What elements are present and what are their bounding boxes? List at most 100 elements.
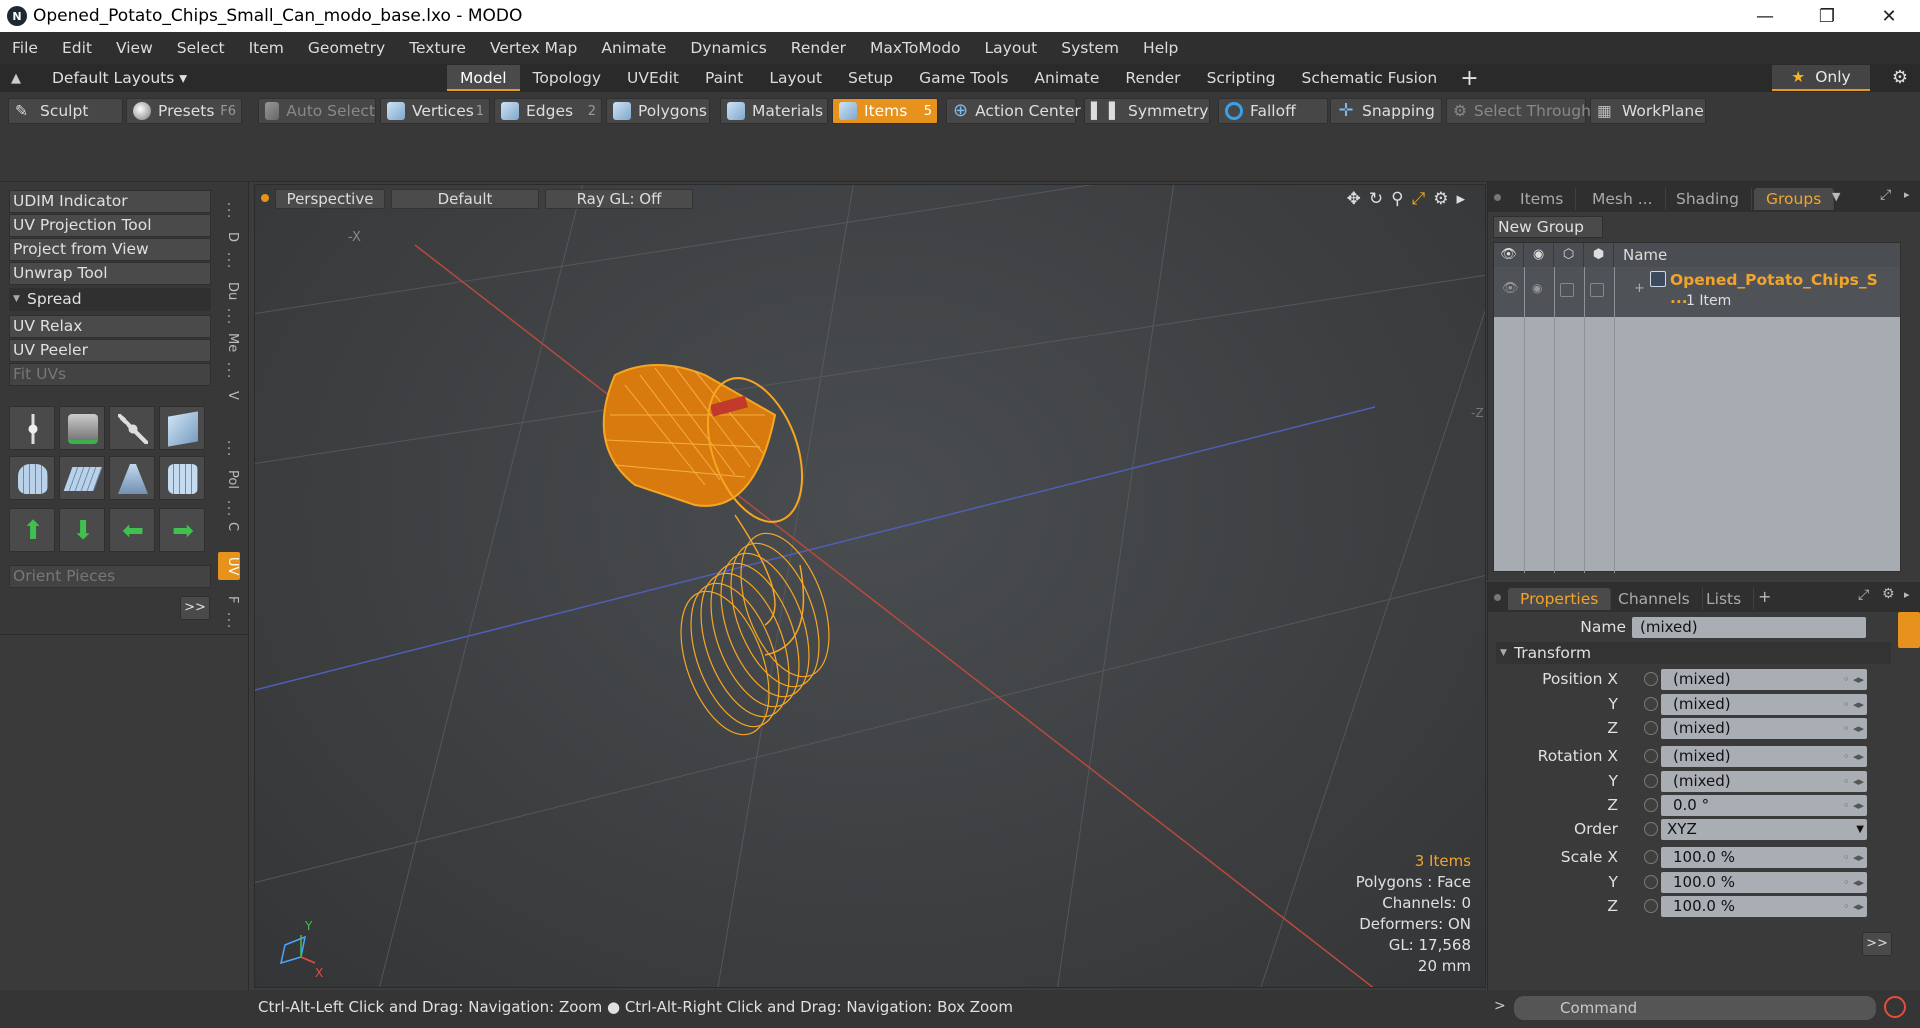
uv-transform-button[interactable] <box>9 406 55 450</box>
polygons-button[interactable]: Polygons <box>606 98 710 124</box>
tab-model[interactable]: Model <box>447 65 520 91</box>
menu-edit[interactable]: Edit <box>50 39 104 57</box>
vtab-me[interactable]: Me <box>218 330 240 356</box>
panel-menu-dot-icon[interactable] <box>1494 194 1501 201</box>
fit-uvs-button[interactable]: Fit UVs <box>9 363 211 386</box>
command-input[interactable]: Command <box>1514 996 1876 1020</box>
uv-peeler-button[interactable]: UV Peeler <box>9 339 211 362</box>
row-render-icon[interactable]: ◉ <box>1532 281 1542 295</box>
tab-mesh[interactable]: Mesh ... <box>1580 188 1666 210</box>
row-lock-checkbox[interactable] <box>1560 283 1574 297</box>
auto-select-button[interactable]: Auto Select <box>258 98 376 124</box>
scale-z-field[interactable]: 100.0 % ◦ ◂▸ <box>1661 896 1867 917</box>
presets-button[interactable]: Presets F6 <box>126 98 242 124</box>
tab-groups[interactable]: Groups <box>1754 188 1835 210</box>
tab-game-tools[interactable]: Game Tools <box>906 65 1021 91</box>
position-x-field[interactable]: (mixed) ◦ ◂▸ <box>1661 669 1867 690</box>
record-icon[interactable] <box>1884 996 1906 1018</box>
menu-item[interactable]: Item <box>237 39 296 57</box>
menu-texture[interactable]: Texture <box>397 39 478 57</box>
uv-cylinder-button[interactable] <box>9 456 55 500</box>
symmetry-button[interactable]: ▌▐ Symmetry <box>1084 98 1210 124</box>
rotation-z-field[interactable]: 0.0 ° ◦ ◂▸ <box>1661 795 1867 816</box>
tab-items[interactable]: Items <box>1508 188 1577 210</box>
close-button[interactable]: ✕ <box>1858 0 1920 32</box>
menu-maxtomodo[interactable]: MaxToModo <box>858 39 973 57</box>
viewport-menu-dot-icon[interactable] <box>261 194 269 202</box>
tab-lists[interactable]: Lists <box>1694 588 1755 610</box>
uv-box-button[interactable] <box>159 406 205 450</box>
panel-more-icon[interactable]: ▸ <box>1904 188 1910 201</box>
tab-scripting[interactable]: Scripting <box>1194 65 1289 91</box>
project-from-view-button[interactable]: Project from View <box>9 238 211 261</box>
uv-cone-button[interactable] <box>109 456 155 500</box>
menu-layout[interactable]: Layout <box>973 39 1050 57</box>
order-dropdown[interactable]: XYZ ▼ <box>1661 819 1867 840</box>
raygl-toggle[interactable]: Ray GL: Off <box>545 189 693 209</box>
items-button[interactable]: Items 5 <box>832 98 938 124</box>
menu-system[interactable]: System <box>1049 39 1131 57</box>
animate-dot-icon[interactable] <box>1644 749 1658 763</box>
only-button[interactable]: ★ Only <box>1772 65 1870 91</box>
collapse-arrow-icon[interactable]: ▲ <box>0 71 32 86</box>
vtab-v[interactable]: V <box>218 386 240 404</box>
vtab-du[interactable]: Du <box>218 278 240 304</box>
potato-can-mesh[interactable] <box>602 364 847 746</box>
expand-plus-icon[interactable]: + <box>1634 281 1645 296</box>
zoom-view-icon[interactable]: ⚲ <box>1391 189 1403 209</box>
move-down-button[interactable]: ⬇ <box>59 508 105 552</box>
move-view-icon[interactable]: ✥ <box>1347 189 1361 209</box>
vtab-d[interactable]: D <box>218 226 240 248</box>
menu-animate[interactable]: Animate <box>589 39 678 57</box>
select-cube-icon[interactable]: ⬢ <box>1584 243 1614 267</box>
animate-dot-icon[interactable] <box>1644 697 1658 711</box>
vtab-c[interactable]: C <box>218 518 240 536</box>
tab-schematic-fusion[interactable]: Schematic Fusion <box>1289 65 1451 91</box>
tab-animate[interactable]: Animate <box>1021 65 1112 91</box>
maximize-button[interactable]: ❐ <box>1796 0 1858 32</box>
tab-render[interactable]: Render <box>1112 65 1193 91</box>
vtab-f[interactable]: F <box>218 592 240 608</box>
unwrap-tool-button[interactable]: Unwrap Tool <box>9 262 211 285</box>
animate-dot-icon[interactable] <box>1644 899 1658 913</box>
snapping-button[interactable]: ✛ Snapping <box>1330 98 1442 124</box>
gear-icon[interactable]: ⚙ <box>1892 67 1908 88</box>
animate-dot-icon[interactable] <box>1644 798 1658 812</box>
scale-y-field[interactable]: 100.0 % ◦ ◂▸ <box>1661 872 1867 893</box>
tab-layout[interactable]: Layout <box>756 65 835 91</box>
add-tab-icon[interactable]: + <box>1460 66 1478 91</box>
action-center-button[interactable]: ⊕ Action Center <box>946 98 1081 124</box>
animate-dot-icon[interactable] <box>1644 672 1658 686</box>
uv-relax-button[interactable]: UV Relax <box>9 315 211 338</box>
move-up-button[interactable]: ⬆ <box>9 508 55 552</box>
animate-dot-icon[interactable] <box>1644 721 1658 735</box>
uv-sphere-button[interactable] <box>159 456 205 500</box>
menu-dynamics[interactable]: Dynamics <box>678 39 778 57</box>
position-y-field[interactable]: (mixed) ◦ ◂▸ <box>1661 694 1867 715</box>
animate-dot-icon[interactable] <box>1644 774 1658 788</box>
name-field[interactable]: (mixed) <box>1632 617 1866 638</box>
rotate-view-icon[interactable]: ↻ <box>1369 189 1383 209</box>
row-select-checkbox[interactable] <box>1590 283 1604 297</box>
perspective-dropdown[interactable]: Perspective <box>275 189 385 209</box>
rotation-y-field[interactable]: (mixed) ◦ ◂▸ <box>1661 771 1867 792</box>
uv-rotate-button[interactable] <box>59 406 105 450</box>
rotation-x-field[interactable]: (mixed) ◦ ◂▸ <box>1661 746 1867 767</box>
uv-scale-button[interactable] <box>109 406 155 450</box>
tab-shading[interactable]: Shading <box>1664 188 1752 210</box>
maximize-view-icon[interactable]: ⤢ <box>1412 189 1426 209</box>
menu-vertex-map[interactable]: Vertex Map <box>478 39 589 57</box>
render-icon[interactable]: ◉ <box>1524 243 1554 267</box>
minimize-button[interactable]: — <box>1734 0 1796 32</box>
tab-properties[interactable]: Properties <box>1508 588 1612 610</box>
new-group-button[interactable]: New Group <box>1493 216 1603 238</box>
transform-section[interactable]: Transform <box>1496 642 1891 664</box>
menu-file[interactable]: File <box>0 39 50 57</box>
udim-indicator-button[interactable]: UDIM Indicator <box>9 190 211 213</box>
more-tools-button[interactable]: >> <box>180 596 210 620</box>
shading-dropdown[interactable]: Default <box>391 189 539 209</box>
menu-geometry[interactable]: Geometry <box>296 39 397 57</box>
lock-cube-icon[interactable]: ⬡ <box>1554 243 1584 267</box>
vtab-pol[interactable]: Pol <box>218 464 240 494</box>
menu-select[interactable]: Select <box>165 39 237 57</box>
